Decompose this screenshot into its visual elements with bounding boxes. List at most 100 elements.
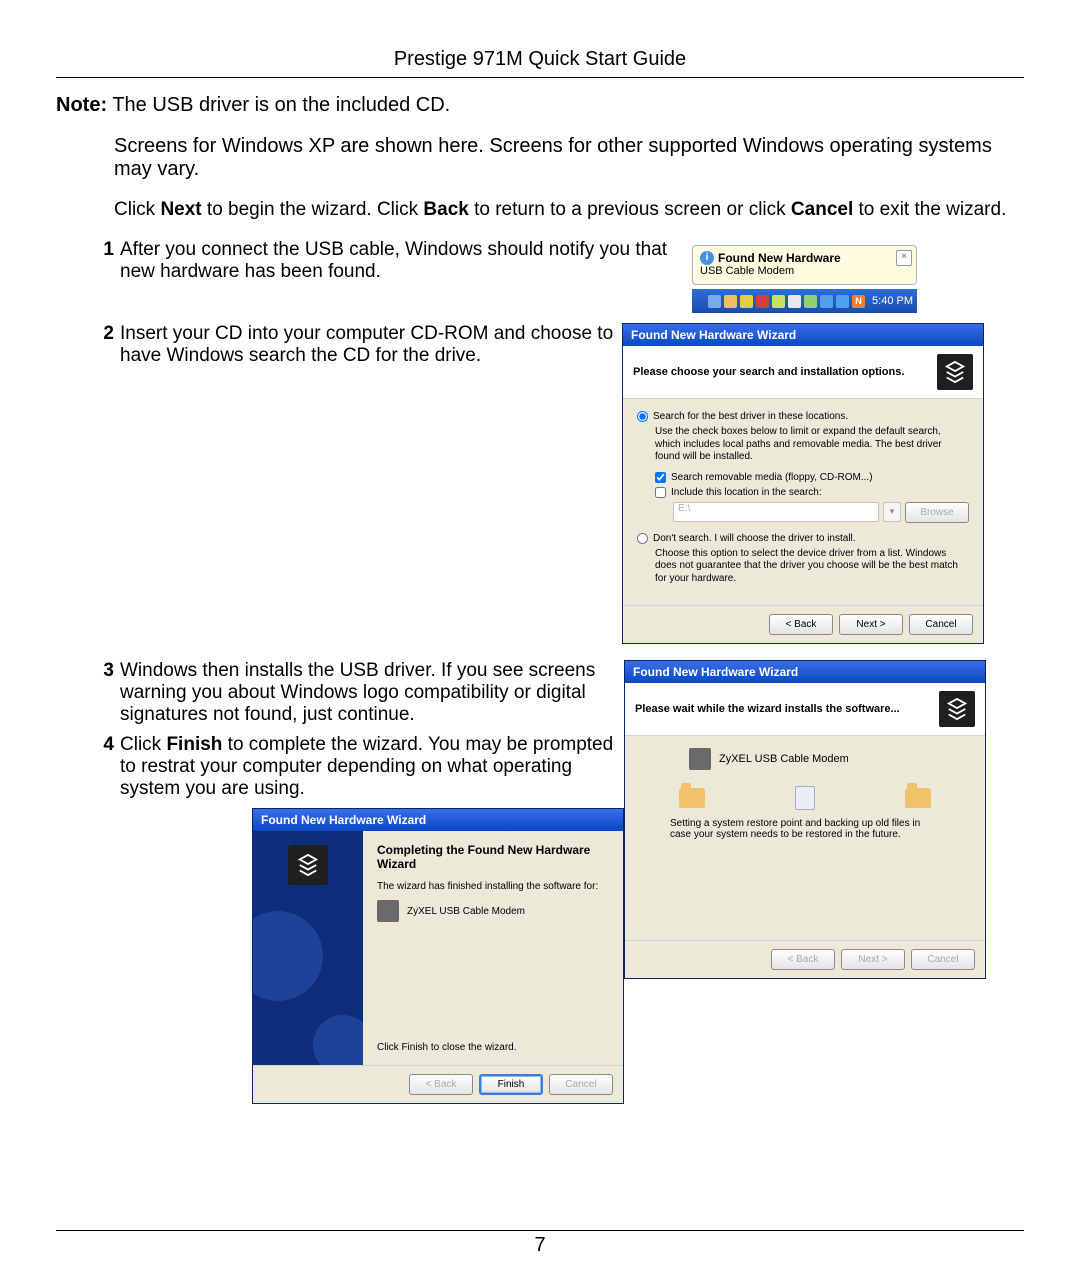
hardware-icon: [937, 354, 973, 390]
wizard-titlebar: Found New Hardware Wizard: [253, 809, 623, 831]
close-icon[interactable]: ×: [896, 250, 912, 266]
step-num-4: 4: [92, 734, 114, 756]
radio-search-best-label: Search for the best driver in these loca…: [653, 411, 848, 422]
balloon-body: USB Cable Modem: [700, 265, 909, 277]
page-number: 7: [0, 1234, 1080, 1257]
hardware-icon: [288, 845, 328, 885]
instr-mid2: to return to a previous screen or click: [469, 199, 791, 220]
location-input[interactable]: E:\: [673, 502, 879, 522]
step-2: 2 Insert your CD into your computer CD-R…: [92, 323, 622, 367]
next-button[interactable]: Next >: [841, 949, 905, 970]
completing-heading: Completing the Found New Hardware Wizard: [377, 843, 609, 871]
radio-dont-search-label: Don't search. I will choose the driver t…: [653, 533, 856, 544]
wizard-body: ZyXEL USB Cable Modem Setting a system r…: [625, 736, 985, 940]
instr-mid1: to begin the wizard. Click: [202, 199, 424, 220]
instr-post: to exit the wizard.: [853, 199, 1006, 220]
taskbar-balloon-screenshot: × i Found New Hardware USB Cable Modem: [692, 239, 917, 313]
step-3: 3 Windows then installs the USB driver. …: [92, 660, 624, 726]
wizard-header: Please choose your search and installati…: [623, 346, 983, 399]
tray-icon[interactable]: [820, 295, 833, 308]
folder-icon: [679, 788, 705, 808]
search-best-desc: Use the check boxes below to limit or ex…: [655, 426, 969, 464]
radio-dont-search[interactable]: [637, 533, 648, 544]
wizard-body: Search for the best driver in these loca…: [623, 399, 983, 605]
back-button[interactable]: < Back: [771, 949, 835, 970]
checkbox-include-location[interactable]: [655, 487, 666, 498]
wizard-content: Completing the Found New Hardware Wizard…: [363, 831, 623, 1065]
checkbox-removable-label: Search removable media (floppy, CD-ROM..…: [671, 472, 873, 483]
tray-icon[interactable]: [836, 295, 849, 308]
wizard-footer: < Back Finish Cancel: [253, 1065, 623, 1103]
note-text-1: The USB driver is on the included CD.: [112, 94, 450, 116]
notification-balloon: × i Found New Hardware USB Cable Modem: [692, 245, 917, 285]
folder-icon: [905, 788, 931, 808]
wizard-body: Completing the Found New Hardware Wizard…: [253, 831, 623, 1065]
instruction-line: Click Next to begin the wizard. Click Ba…: [114, 199, 1024, 221]
finish-button[interactable]: Finish: [479, 1074, 543, 1095]
bottom-rule: [56, 1230, 1024, 1231]
wizard-footer: < Back Next > Cancel: [623, 605, 983, 643]
step-text-1: After you connect the USB cable, Windows…: [120, 239, 682, 283]
step-1: 1 After you connect the USB cable, Windo…: [92, 239, 682, 283]
page-header-title: Prestige 971M Quick Start Guide: [56, 48, 1024, 77]
close-instruction: Click Finish to close the wizard.: [377, 1042, 609, 1053]
system-tray: N 5:40 PM: [692, 289, 917, 313]
step-num-1: 1: [92, 239, 114, 261]
radio-search-best[interactable]: [637, 411, 648, 422]
note-text-2: Screens for Windows XP are shown here. S…: [114, 135, 1024, 181]
wizard-search-options: Found New Hardware Wizard Please choose …: [622, 323, 984, 644]
tray-icon[interactable]: [756, 295, 769, 308]
tray-icon[interactable]: N: [852, 295, 865, 308]
tray-icons: N: [708, 295, 865, 308]
checkbox-removable-media[interactable]: [655, 472, 666, 483]
instr-pre: Click: [114, 199, 160, 220]
tray-icon[interactable]: [804, 295, 817, 308]
step-num-2: 2: [92, 323, 114, 345]
next-button[interactable]: Next >: [839, 614, 903, 635]
step4-finish: Finish: [166, 734, 222, 755]
back-button[interactable]: < Back: [769, 614, 833, 635]
wizard-footer: < Back Next > Cancel: [625, 940, 985, 978]
restore-point-text: Setting a system restore point and backi…: [670, 818, 940, 840]
browse-button[interactable]: Browse: [905, 502, 969, 523]
cancel-button[interactable]: Cancel: [909, 614, 973, 635]
step-4: 4 Click Finish to complete the wizard. Y…: [92, 734, 624, 800]
back-button[interactable]: < Back: [409, 1074, 473, 1095]
instr-cancel: Cancel: [791, 199, 853, 220]
finished-text: The wizard has finished installing the s…: [377, 881, 609, 892]
paper-icon: [795, 786, 815, 810]
location-dropdown-icon[interactable]: ▾: [883, 502, 901, 522]
checkbox-include-label: Include this location in the search:: [671, 487, 822, 498]
wizard-sidebar-graphic: [253, 831, 363, 1065]
device-icon: [689, 748, 711, 770]
info-icon: i: [700, 251, 714, 265]
wizard-titlebar: Found New Hardware Wizard: [623, 324, 983, 346]
wizard-header: Please wait while the wizard installs th…: [625, 683, 985, 736]
hardware-icon: [939, 691, 975, 727]
tray-icon[interactable]: [788, 295, 801, 308]
device-name: ZyXEL USB Cable Modem: [719, 753, 849, 765]
device-icon: [377, 900, 399, 922]
tray-icon[interactable]: [724, 295, 737, 308]
step-text-4: Click Finish to complete the wizard. You…: [120, 734, 624, 800]
wizard-installing: Found New Hardware Wizard Please wait wh…: [624, 660, 986, 979]
wizard-header-text: Please choose your search and installati…: [633, 366, 904, 378]
balloon-title: Found New Hardware: [718, 251, 841, 265]
cancel-button[interactable]: Cancel: [549, 1074, 613, 1095]
tray-icon[interactable]: [708, 295, 721, 308]
tray-icon[interactable]: [740, 295, 753, 308]
device-name: ZyXEL USB Cable Modem: [407, 906, 525, 917]
dont-search-desc: Choose this option to select the device …: [655, 548, 969, 586]
step-num-3: 3: [92, 660, 114, 682]
step4-pre: Click: [120, 734, 166, 755]
tray-icon[interactable]: [772, 295, 785, 308]
wizard-titlebar: Found New Hardware Wizard: [625, 661, 985, 683]
top-rule: [56, 77, 1024, 78]
note-label: Note:: [56, 94, 107, 116]
document-page: Prestige 971M Quick Start Guide Note: Th…: [0, 0, 1080, 1281]
wizard-header-text: Please wait while the wizard installs th…: [635, 703, 900, 715]
wizard-completing: Found New Hardware Wizard Completing the…: [252, 808, 624, 1104]
step-text-2: Insert your CD into your computer CD-ROM…: [120, 323, 622, 367]
cancel-button[interactable]: Cancel: [911, 949, 975, 970]
instr-next: Next: [160, 199, 201, 220]
